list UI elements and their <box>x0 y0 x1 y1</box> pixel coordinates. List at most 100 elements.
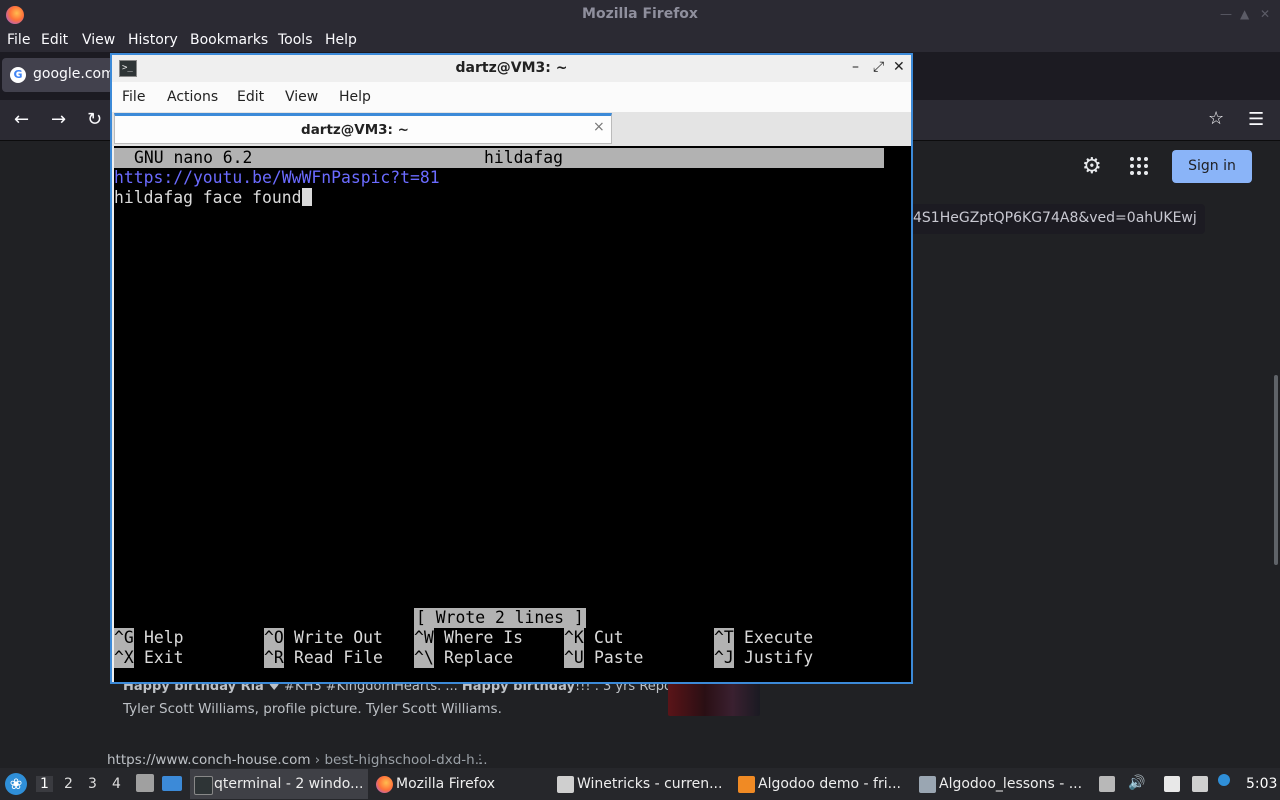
close-icon[interactable]: ✕ <box>1260 7 1270 21</box>
update-notifier-icon[interactable] <box>1218 774 1230 786</box>
shortcut-key: ^U <box>564 648 584 668</box>
terminal-menu-view[interactable]: View <box>285 89 318 105</box>
nano-status-message: [ Wrote 2 lines ] <box>414 608 586 628</box>
network-icon[interactable] <box>1192 776 1208 792</box>
shortcut-label: Help <box>144 628 184 647</box>
file-manager-icon[interactable] <box>136 774 154 792</box>
menu-view[interactable]: View <box>82 32 115 48</box>
task-winetricks[interactable]: Winetricks - curren... <box>553 769 729 799</box>
shortcut-label: Execute <box>744 628 814 647</box>
workspace-1[interactable]: 1 <box>36 776 53 792</box>
clock[interactable]: 5:03 <box>1246 776 1277 792</box>
image-viewer-icon <box>919 776 936 793</box>
shortcut-label: Paste <box>594 648 644 667</box>
maximize-icon[interactable]: ▲ <box>1240 7 1249 21</box>
task-qterminal[interactable]: qterminal - 2 windo... <box>190 769 368 799</box>
algodoo-icon <box>738 776 755 793</box>
menu-tools[interactable]: Tools <box>278 32 313 48</box>
tab-close-icon[interactable]: × <box>593 119 605 135</box>
editor-line-1: https://youtu.be/WwWFnPaspic?t=81 <box>114 168 440 187</box>
close-icon[interactable]: ✕ <box>893 59 905 75</box>
terminal-menu-actions[interactable]: Actions <box>167 89 218 105</box>
terminal-tab[interactable]: dartz@VM3: ~ × <box>114 113 612 144</box>
terminal-menu-edit[interactable]: Edit <box>237 89 264 105</box>
task-label: qterminal - 2 windo... <box>214 776 364 792</box>
clipboard-icon[interactable] <box>1164 776 1180 792</box>
result-more-options-icon[interactable]: ⋮ <box>474 752 486 766</box>
hamburger-menu-icon[interactable]: ☰ <box>1248 109 1264 130</box>
volume-icon[interactable]: 🔊 <box>1128 775 1145 791</box>
shortcut-key: ^G <box>114 628 134 648</box>
terminal-app-icon <box>194 776 213 795</box>
terminal-window: >_ dartz@VM3: ~ – ⤢ ✕ File Actions Edit … <box>110 53 913 684</box>
shortcut-label: Write Out <box>294 628 383 647</box>
menu-edit[interactable]: Edit <box>41 32 68 48</box>
shortcut-key: ^J <box>714 648 734 668</box>
firefox-icon <box>376 776 393 793</box>
url-bar[interactable]: 4S1HeGZptQP6KG74A8&ved=0ahUKEwj <box>905 204 1205 234</box>
maximize-icon[interactable]: ⤢ <box>873 59 884 75</box>
result-thumbnail[interactable] <box>668 683 760 716</box>
winetricks-icon <box>557 776 574 793</box>
firefox-window-title: Mozilla Firefox <box>582 6 698 22</box>
shortcut-key: ^T <box>714 628 734 648</box>
terminal-menu-file[interactable]: File <box>122 89 145 105</box>
sign-in-button[interactable]: Sign in <box>1172 150 1252 183</box>
shortcut-label: Justify <box>744 648 814 667</box>
task-label: Winetricks - curren... <box>577 776 723 792</box>
shortcut-key: ^\ <box>414 648 434 668</box>
forward-arrow-icon[interactable]: → <box>51 109 66 130</box>
bookmark-star-icon[interactable]: ☆ <box>1208 108 1224 129</box>
page-scrollbar[interactable] <box>1274 375 1278 565</box>
menu-file[interactable]: File <box>7 32 30 48</box>
google-favicon-icon: G <box>10 67 26 83</box>
firefox-menubar: File Edit View History Bookmarks Tools H… <box>0 30 1280 52</box>
task-label: Algodoo_lessons - ... <box>939 776 1083 792</box>
task-algodoo-demo[interactable]: Algodoo demo - fri... <box>734 769 910 799</box>
shortcut-label: Cut <box>594 628 624 647</box>
terminal-menu-help[interactable]: Help <box>339 89 371 105</box>
show-desktop-icon[interactable] <box>162 776 182 791</box>
nano-version: GNU nano 6.2 <box>134 148 253 167</box>
workspace-3[interactable]: 3 <box>88 776 97 792</box>
eject-icon[interactable] <box>1099 776 1115 792</box>
shortcut-label: Where Is <box>444 628 523 647</box>
shortcut-key: ^X <box>114 648 134 668</box>
search-result-url[interactable]: https://www.conch-house.com › best-highs… <box>107 752 488 768</box>
nano-header: GNU nano 6.2 hildafag <box>114 148 884 168</box>
start-menu-icon[interactable]: ❀ <box>5 773 27 795</box>
settings-gear-icon[interactable]: ⚙ <box>1082 154 1102 179</box>
nano-editor[interactable]: GNU nano 6.2 hildafag https://youtu.be/W… <box>114 146 911 682</box>
terminal-tabbar: dartz@VM3: ~ × <box>112 112 911 146</box>
back-arrow-icon[interactable]: ← <box>14 109 29 130</box>
task-label: Algodoo demo - fri... <box>758 776 901 792</box>
firefox-titlebar: Mozilla Firefox — ▲ ✕ <box>0 0 1280 30</box>
shortcut-label: Exit <box>144 648 184 667</box>
shortcut-key: ^R <box>264 648 284 668</box>
search-result-snippet-2: Tyler Scott Williams, profile picture. T… <box>123 701 502 717</box>
task-firefox[interactable]: Mozilla Firefox <box>372 769 548 799</box>
google-apps-icon[interactable] <box>1130 157 1148 175</box>
terminal-tab-label: dartz@VM3: ~ <box>301 122 409 138</box>
task-label: Mozilla Firefox <box>396 776 496 792</box>
minimize-icon[interactable]: — <box>1220 7 1232 21</box>
shortcut-label: Read File <box>294 648 383 667</box>
shortcut-key: ^K <box>564 628 584 648</box>
shortcut-label: Replace <box>444 648 514 667</box>
task-algodoo-lessons[interactable]: Algodoo_lessons - ... <box>915 769 1091 799</box>
tab-google[interactable]: G google.com <box>2 58 115 92</box>
workspace-2[interactable]: 2 <box>64 776 73 792</box>
menu-help[interactable]: Help <box>325 32 357 48</box>
nano-filename: hildafag <box>484 148 563 167</box>
url-text: 4S1HeGZptQP6KG74A8&ved=0ahUKEwj <box>913 210 1197 226</box>
minimize-icon[interactable]: – <box>852 59 859 75</box>
taskbar: 1 2 3 4 qterminal - 2 windo... Mozilla F… <box>0 768 1280 800</box>
shortcut-key: ^W <box>414 628 434 648</box>
reload-icon[interactable]: ↻ <box>87 109 102 130</box>
menu-history[interactable]: History <box>128 32 178 48</box>
workspace-4[interactable]: 4 <box>112 776 121 792</box>
terminal-window-title: dartz@VM3: ~ <box>455 60 568 76</box>
tab-google-label: google.com <box>33 66 115 82</box>
menu-bookmarks[interactable]: Bookmarks <box>190 32 268 48</box>
terminal-titlebar: >_ dartz@VM3: ~ – ⤢ ✕ <box>112 55 911 82</box>
